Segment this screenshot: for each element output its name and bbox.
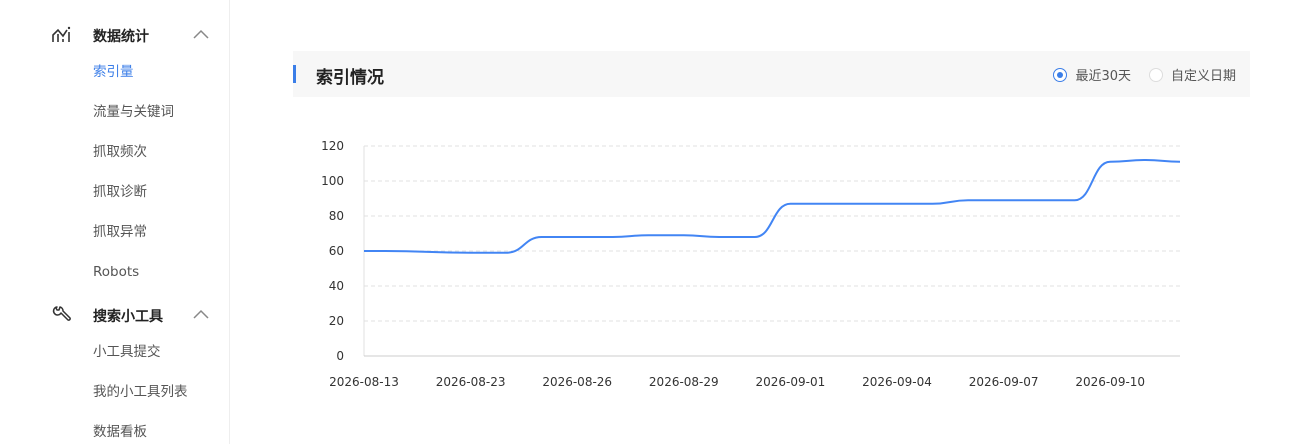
index-chart: 0 20 40 60 80 100 120 2026-08-13 2026-08-23 2026-… [293, 120, 1250, 420]
wrench-icon [52, 305, 72, 325]
section-title: 数据统计 [93, 29, 149, 45]
radio-label: 最近30天 [1075, 69, 1131, 84]
chart-canvas: 0 20 40 60 80 100 120 2026-08-13 2026-08-23 2026-… [321, 139, 1181, 389]
sidebar-item-index-volume[interactable]: 索引量 [93, 63, 134, 81]
sidebar-item-crawl-diagnosis[interactable]: 抓取诊断 [93, 183, 147, 201]
sidebar-item-robots[interactable]: Robots [93, 263, 139, 281]
panel-header: 索引情况 最近30天 自定义日期 [293, 51, 1250, 97]
x-tick-label: 2026-08-26 [542, 375, 612, 389]
section-header-data-stats[interactable]: 数据统计 [0, 16, 229, 52]
sidebar-item-dashboard[interactable]: 数据看板 [93, 423, 147, 441]
sidebar-item-traffic-keywords[interactable]: 流量与关键词 [93, 103, 174, 121]
sidebar-item-my-tools[interactable]: 我的小工具列表 [93, 383, 188, 401]
section-header-search-tools[interactable]: 搜索小工具 [0, 296, 229, 332]
radio-unchecked-icon[interactable] [1148, 67, 1163, 82]
x-tick-label: 2026-09-04 [862, 375, 932, 389]
chevron-up-icon[interactable] [192, 27, 210, 41]
page-title: 索引情况 [316, 68, 384, 88]
y-tick-label: 60 [329, 244, 344, 258]
x-tick-label: 2026-09-10 [1075, 375, 1145, 389]
y-tick-label: 120 [321, 139, 344, 153]
series-line [364, 158, 1181, 254]
radio-label: 自定义日期 [1170, 69, 1236, 84]
sidebar-item-crawl-frequency[interactable]: 抓取频次 [93, 143, 147, 161]
x-tick-label: 2026-09-01 [756, 375, 826, 389]
line-chart-icon [52, 25, 72, 45]
radio-custom-date[interactable]: 自定义日期 [1148, 65, 1236, 84]
y-tick-label: 100 [321, 174, 344, 188]
section-title: 搜索小工具 [93, 309, 163, 325]
y-tick-label: 0 [336, 349, 344, 363]
radio-checked-icon[interactable] [1053, 67, 1068, 82]
x-tick-label: 2026-09-07 [969, 375, 1039, 389]
chevron-up-icon[interactable] [192, 307, 210, 321]
sidebar-item-tool-submit[interactable]: 小工具提交 [93, 343, 161, 361]
date-range-radio-group: 最近30天 自定义日期 [1053, 65, 1236, 84]
y-tick-label: 20 [329, 314, 344, 328]
x-tick-label: 2026-08-23 [436, 375, 506, 389]
sidebar-item-crawl-errors[interactable]: 抓取异常 [93, 223, 147, 241]
y-tick-label: 80 [329, 209, 344, 223]
sidebar: 数据统计 索引量 流量与关键词 抓取频次 抓取诊断 抓取异常 Robots 搜索… [0, 0, 230, 444]
radio-last-30-days[interactable]: 最近30天 [1053, 65, 1131, 84]
x-tick-label: 2026-08-29 [649, 375, 719, 389]
title-accent-bar [293, 65, 296, 83]
x-tick-label: 2026-08-13 [329, 375, 399, 389]
y-tick-label: 40 [329, 279, 344, 293]
